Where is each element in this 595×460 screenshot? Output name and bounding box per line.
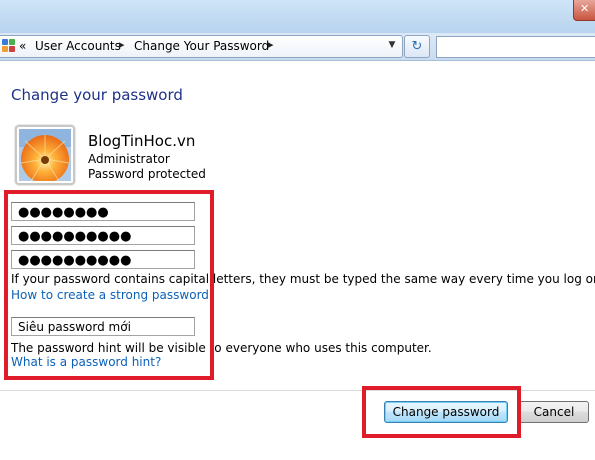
breadcrumb-separator-icon[interactable]: ▸ [119,38,125,51]
confirm-password-field[interactable]: ●●●●●●●●●● [11,250,195,269]
password-hint-link[interactable]: What is a password hint? [11,355,161,369]
page-title: Change your password [11,86,183,104]
user-password-status: Password protected [88,167,206,181]
orange-flower-icon [19,129,71,181]
new-password-field[interactable]: ●●●●●●●●●● [11,226,195,245]
footer-divider [0,390,595,391]
address-dropdown-icon[interactable]: ▼ [385,38,399,53]
breadcrumb-change-your-password[interactable]: Change Your Password [134,39,269,53]
navigation-bar: « User Accounts ▸ Change Your Password ▸… [0,33,595,61]
change-password-button[interactable]: Change password [384,401,508,423]
password-hint-note: The password hint will be visible to eve… [11,341,432,355]
window-title-bar [0,0,595,33]
close-window-button[interactable]: ✕ [573,0,595,21]
breadcrumb-separator-icon[interactable]: ▸ [268,38,274,51]
capital-letters-note: If your password contains capital letter… [11,272,595,286]
close-icon: ✕ [580,2,590,15]
user-name: BlogTinHoc.vn [88,132,196,150]
address-back-chevron[interactable]: « [19,39,26,53]
search-input[interactable] [436,36,595,58]
address-bar[interactable]: « User Accounts ▸ Change Your Password ▸… [0,35,403,58]
user-role: Administrator [88,152,170,166]
breadcrumb-user-accounts[interactable]: User Accounts [35,39,121,53]
password-hint-field[interactable]: Siêu password mới [11,317,195,336]
control-panel-icon [2,39,16,53]
user-avatar [15,125,75,185]
current-password-field[interactable]: ●●●●●●●● [11,202,195,221]
refresh-icon: ↻ [411,39,423,54]
refresh-button[interactable]: ↻ [404,35,430,58]
strong-password-link[interactable]: How to create a strong password [11,288,209,302]
cancel-button[interactable]: Cancel [519,401,589,423]
